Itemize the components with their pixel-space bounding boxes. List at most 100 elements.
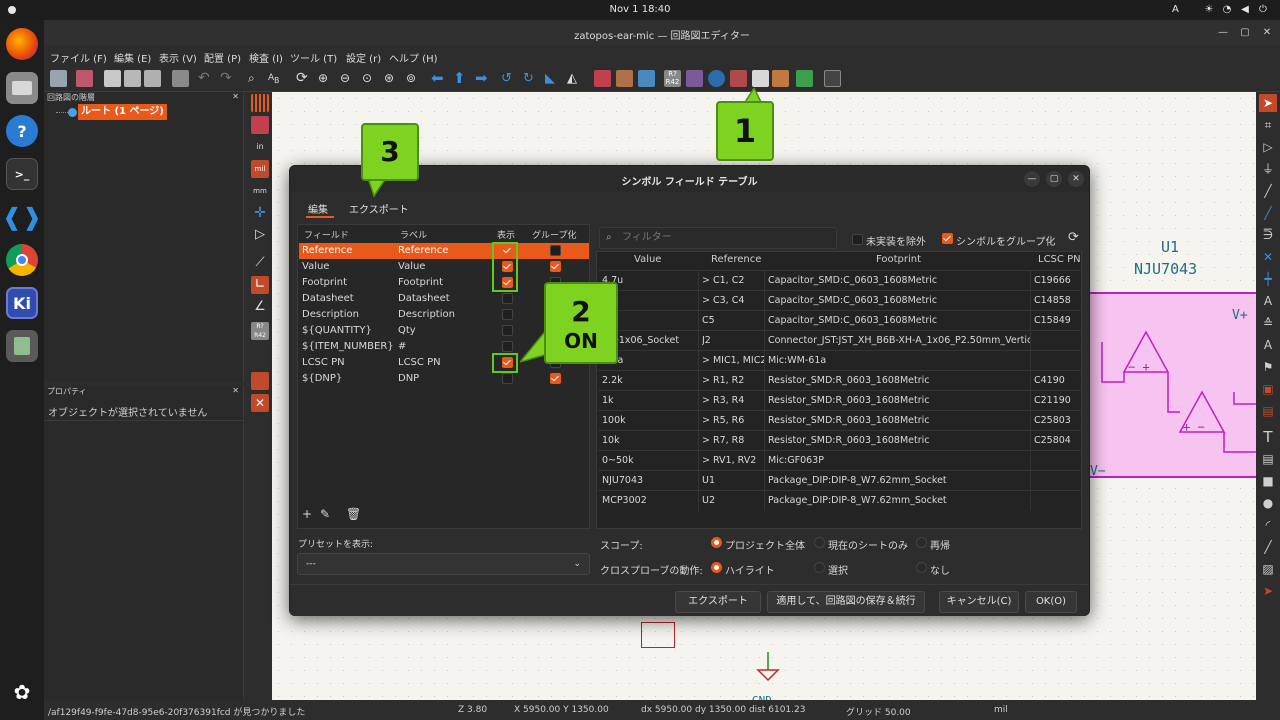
trash-icon[interactable] [6, 330, 38, 362]
cursor-crosshair-icon[interactable]: ✛ [251, 204, 269, 222]
arc-icon[interactable]: ◜ [1259, 516, 1277, 534]
erc-icon[interactable] [686, 70, 703, 87]
cell-ref[interactable]: U2 [702, 491, 764, 510]
schematic-setup-icon[interactable] [76, 70, 93, 87]
dialog-minimize-icon[interactable]: — [1024, 171, 1040, 187]
menu-help[interactable]: ヘルプ (H) [389, 50, 438, 65]
navigate-up-icon[interactable]: ⬆ [453, 70, 470, 87]
table-row[interactable]: > C3, C4 Capacitor_SMD:C_0603_1608Metric C… [598, 290, 1082, 311]
power-icon[interactable]: ⏻ [1257, 4, 1269, 16]
col-label-header[interactable]: ラベル [400, 228, 427, 241]
plot-icon[interactable] [144, 70, 161, 87]
field-label[interactable]: Description [398, 307, 455, 323]
ubuntu-apps-icon[interactable]: ✿ [6, 676, 38, 708]
scope-recursive-radio[interactable] [916, 537, 927, 548]
cell-fp[interactable]: Capacitor_SMD:C_0603_1608Metric [768, 291, 1030, 310]
preset-select[interactable]: --- ⌄ [297, 553, 590, 575]
hierarchy-close-icon[interactable]: ✕ [232, 92, 239, 101]
add-symbol-icon[interactable]: ▷ [1259, 138, 1277, 156]
rotate-cw-icon[interactable]: ↻ [523, 70, 540, 87]
annotate-icon[interactable]: R? R42 [664, 70, 681, 87]
show-checkbox[interactable] [502, 325, 513, 336]
properties-panel-toggle-icon[interactable] [251, 372, 269, 390]
clock[interactable]: Nov 1 18:40 [0, 4, 1280, 15]
cell-lcsc[interactable]: C4190 [1034, 371, 1082, 390]
image-icon[interactable]: ▨ [1259, 560, 1277, 578]
cell-lcsc[interactable]: C25803 [1034, 411, 1082, 430]
menu-edit[interactable]: 編集 (E) [114, 50, 151, 65]
refresh-icon[interactable]: ⟳ [1068, 230, 1079, 245]
component-outline[interactable] [641, 622, 675, 648]
net-label-icon[interactable]: A [1259, 292, 1277, 310]
hier-label-icon[interactable]: A [1259, 336, 1277, 354]
save-icon[interactable] [50, 70, 67, 87]
print-icon[interactable] [124, 70, 141, 87]
cell-fp[interactable]: Capacitor_SMD:C_0603_1608Metric [768, 271, 1030, 290]
cell-fp[interactable]: Resistor_SMD:R_0603_1608Metric [768, 371, 1030, 390]
cell-value[interactable]: 2.2k [602, 371, 698, 390]
menu-tools[interactable]: ツール (T) [290, 50, 337, 65]
col-show-header[interactable]: 表示 [497, 228, 515, 241]
field-label[interactable]: LCSC PN [398, 355, 441, 371]
cell-value[interactable]: 10k [602, 431, 698, 450]
cell-fp[interactable]: Connector_JST:JST_XH_B6B-XH-A_1x06_P2.50… [768, 331, 1030, 350]
dialog-maximize-icon[interactable]: ▢ [1046, 171, 1062, 187]
cell-ref[interactable]: > R7, R8 [702, 431, 764, 450]
field-label[interactable]: Datasheet [398, 291, 450, 307]
cell-ref[interactable]: J2 [702, 331, 764, 350]
help-icon[interactable]: ? [6, 115, 38, 147]
hierarchy-root-item[interactable]: ルート (1 ページ) [78, 104, 167, 120]
navigate-back-icon[interactable]: ⬅ [431, 70, 448, 87]
probe-highlight-radio[interactable] [711, 562, 722, 573]
simulator-icon[interactable] [708, 70, 725, 87]
firefox-icon[interactable] [6, 28, 38, 60]
add-wire-icon[interactable]: ╱ [1259, 182, 1277, 200]
field-label[interactable]: # [398, 339, 406, 355]
navigate-forward-icon[interactable]: ➡ [475, 70, 492, 87]
cell-fp[interactable]: Package_DIP:DIP-8_W7.62mm_Socket [768, 491, 1030, 510]
menu-place[interactable]: 配置 (P) [204, 50, 241, 65]
page-settings-icon[interactable] [104, 70, 121, 87]
menu-inspect[interactable]: 検査 (I) [249, 50, 283, 65]
gnd-symbol[interactable] [752, 652, 792, 700]
delete-icon[interactable]: ➤ [1259, 582, 1277, 600]
rectangle-icon[interactable]: ■ [1259, 472, 1277, 490]
col-lcsc-header[interactable]: LCSC PN [1038, 254, 1081, 265]
files-icon[interactable] [6, 72, 38, 104]
redo-icon[interactable]: ↷ [220, 70, 237, 87]
text-icon[interactable]: T [1259, 428, 1277, 446]
ok-button[interactable]: OK(O) [1025, 591, 1077, 613]
group-checkbox[interactable] [550, 373, 561, 384]
field-label[interactable]: DNP [398, 371, 419, 387]
add-bus-icon[interactable]: ╱ [1259, 204, 1277, 222]
hidden-pins-icon[interactable]: ▷ [251, 226, 269, 244]
table-row[interactable]: 0~50k > RV1, RV2 Mic:GF063P [598, 450, 1082, 471]
find-icon[interactable]: ⌕ [248, 70, 265, 87]
field-label[interactable]: Qty [398, 323, 416, 339]
apply-save-continue-button[interactable]: 適用して、回路図の保存＆続行 [767, 591, 925, 613]
probe-none-radio[interactable] [916, 562, 927, 573]
export-button[interactable]: エクスポート [675, 591, 761, 613]
dialog-close-icon[interactable]: ✕ [1068, 171, 1084, 187]
mirror-v-icon[interactable]: ◣ [545, 70, 562, 87]
add-field-icon[interactable]: + [300, 507, 314, 521]
highlight-net-icon[interactable]: ⌗ [1259, 116, 1277, 134]
input-language-indicator[interactable]: A [1172, 4, 1179, 15]
symbol-fields-table-icon[interactable] [752, 70, 769, 87]
cell-fp[interactable]: Mic:WM-61a [768, 351, 1030, 370]
table-row[interactable]: 10k > R7, R8 Resistor_SMD:R_0603_1608Metri… [598, 430, 1082, 451]
find-replace-icon[interactable]: AB [268, 70, 285, 87]
show-checkbox[interactable] [502, 309, 513, 320]
field-row[interactable]: ${DNP} DNP [299, 371, 589, 387]
ic-reference[interactable]: U1 [1161, 238, 1179, 256]
grid-toggle-icon[interactable] [251, 94, 269, 112]
directive-label-icon[interactable]: ⚑ [1259, 358, 1277, 376]
col-value-header[interactable]: Value [634, 254, 661, 265]
circle-icon[interactable]: ● [1259, 494, 1277, 512]
minimize-icon[interactable]: — [1217, 27, 1229, 39]
cell-value[interactable]: 100k [602, 411, 698, 430]
cell-fp[interactable]: Resistor_SMD:R_0603_1608Metric [768, 411, 1030, 430]
zoom-selection-icon[interactable]: ⊚ [406, 70, 423, 87]
scope-sheet-radio[interactable] [814, 537, 825, 548]
close-icon[interactable]: ✕ [1261, 27, 1273, 39]
